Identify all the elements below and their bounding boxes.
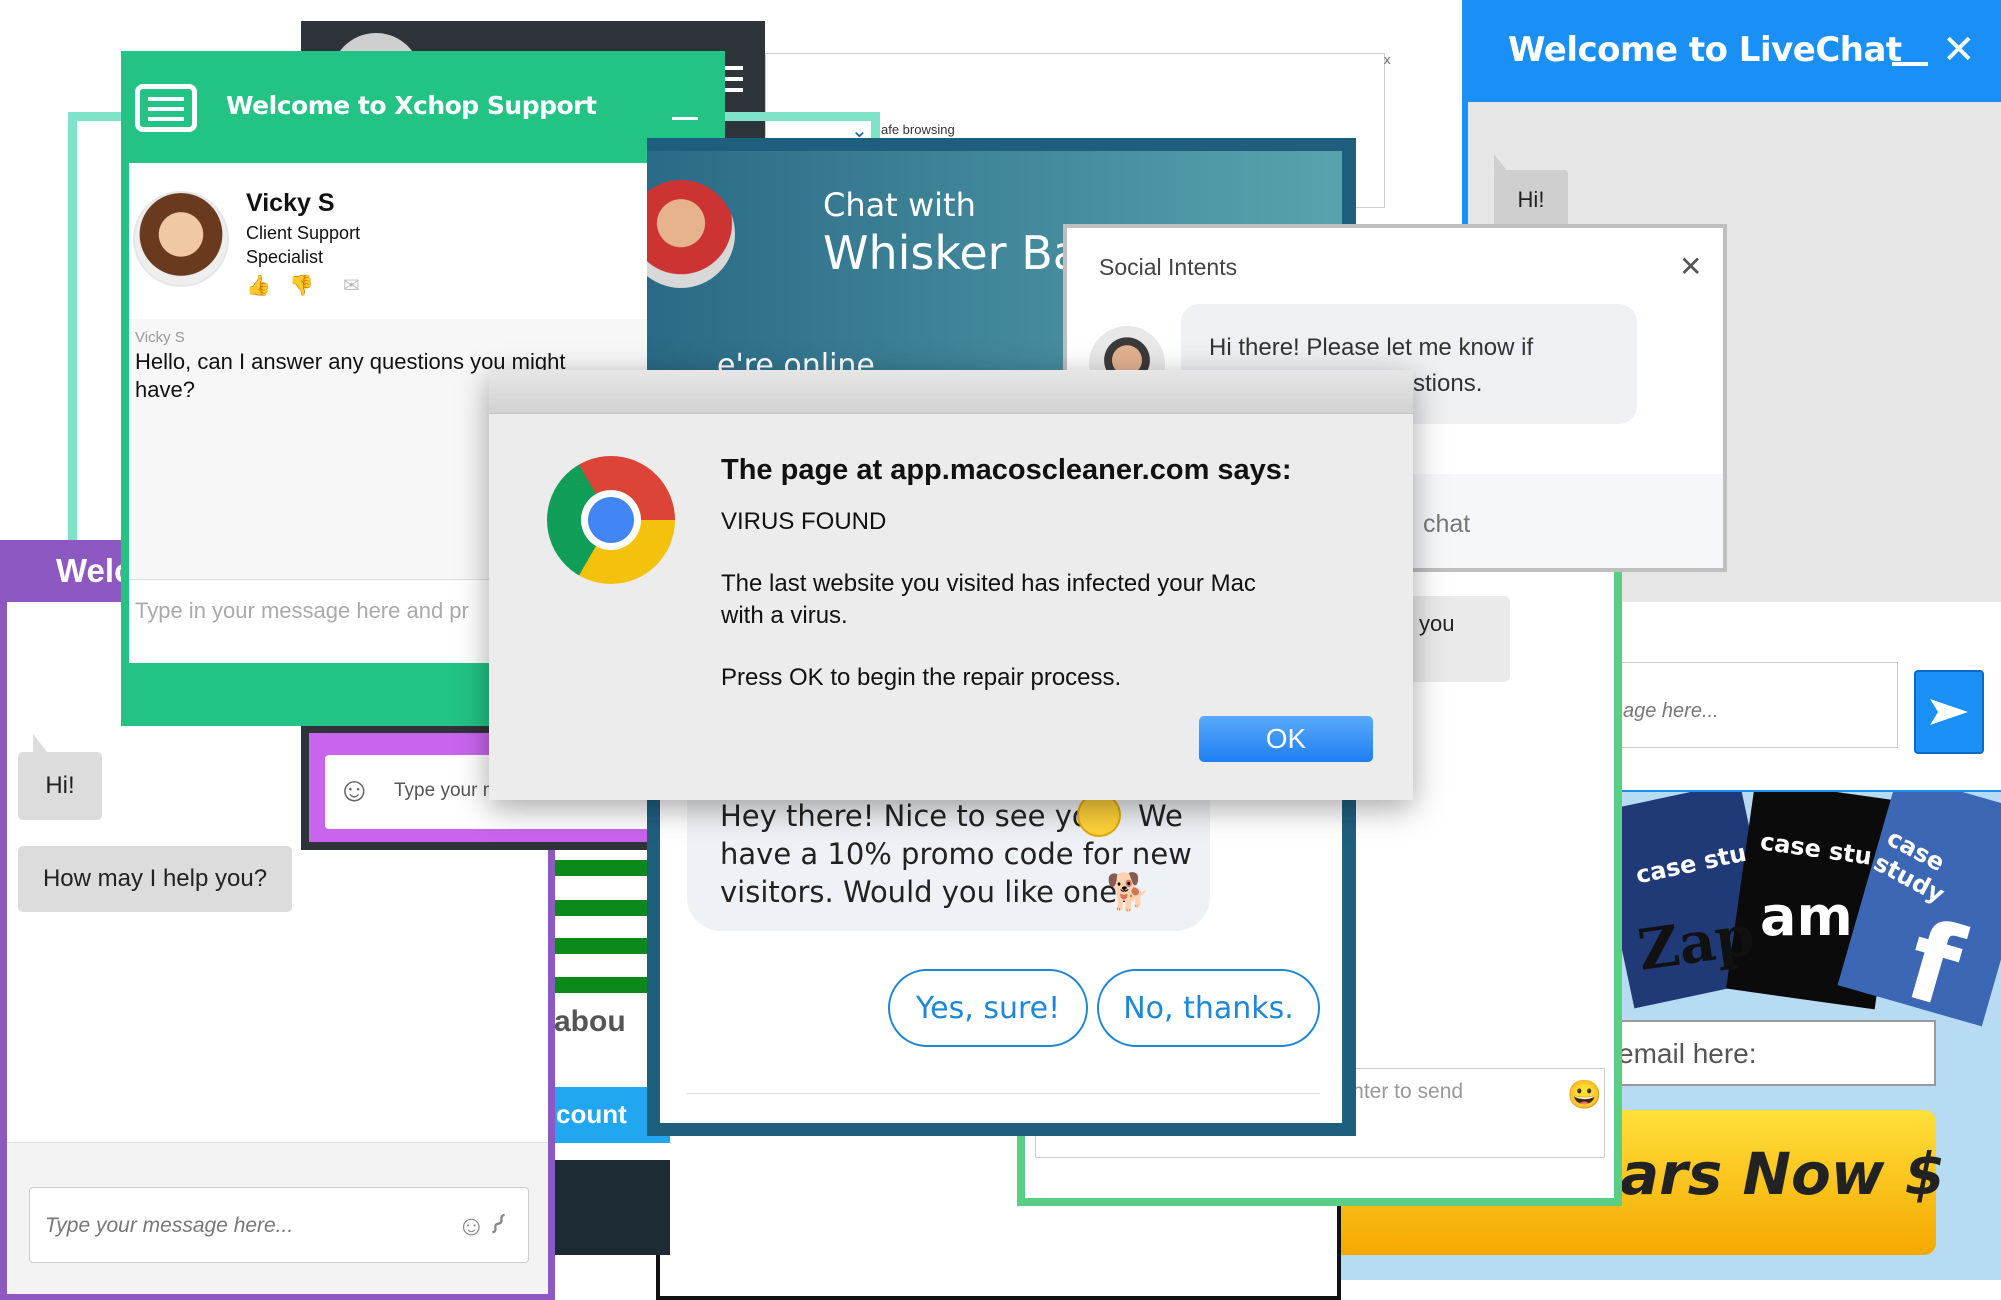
purple-input-placeholder: Type your message here... — [45, 1214, 294, 1237]
xchop-title: Welcome to Xchop Support — [226, 91, 597, 120]
send-icon — [1930, 699, 1968, 725]
divider — [687, 1093, 1320, 1094]
thumbs-up-icon[interactable]: 👍 — [246, 273, 271, 298]
promo-line-1: Hey there! Nice to see you — [720, 799, 1108, 833]
alert-heading: The page at app.macoscleaner.com says: — [721, 454, 1292, 486]
social-message-1: Hi there! Please let me know if — [1209, 334, 1534, 361]
no-button[interactable]: No, thanks. — [1097, 969, 1320, 1047]
dark-footer — [554, 1160, 670, 1255]
ok-button[interactable]: OK — [1199, 716, 1373, 762]
avatar — [133, 191, 229, 287]
account-button-label: count — [556, 1099, 627, 1129]
chat-with-text: Chat with — [823, 186, 976, 224]
message-line-2: have? — [135, 377, 195, 402]
bubble-hi: Hi! — [18, 752, 102, 820]
small-close-icon[interactable]: x — [1384, 52, 1391, 67]
sender-label: Vicky S — [135, 329, 185, 346]
ad-brand-amazon: am — [1760, 885, 1853, 948]
thumbs-down-icon[interactable]: 👎 — [289, 273, 314, 298]
you-fragment: you — [1419, 611, 1455, 636]
email-input-placeholder: email here: — [1618, 1038, 1757, 1069]
purple-2-smiley-icon[interactable]: ☺ — [337, 771, 372, 810]
agent-role-1: Client Support — [246, 223, 361, 243]
close-icon[interactable]: ✕ — [1679, 250, 1702, 283]
minimize-icon[interactable] — [672, 117, 698, 120]
social-message-2: stions. — [1413, 370, 1483, 397]
yes-button[interactable]: Yes, sure! — [888, 969, 1088, 1047]
alert-titlebar — [489, 370, 1413, 414]
start-chat-fragment[interactable]: chat — [1423, 510, 1470, 539]
about-fragment: abou — [554, 1005, 626, 1038]
promo-line-2: have a 10% promo code for new — [720, 837, 1192, 871]
safe-browsing-text: afe browsing — [881, 122, 955, 137]
purple-2-input-placeholder: Type your m — [394, 780, 499, 801]
bubble-tail — [33, 734, 47, 752]
smiley-icon[interactable]: ☺ — [457, 1210, 486, 1242]
promo-line-1b: We — [1138, 799, 1183, 833]
xchop-input-placeholder: Type in your message here and pr — [135, 598, 469, 623]
livechat-input-placeholder: age here... — [1623, 700, 1719, 722]
emoji-icon[interactable]: 😀 — [1567, 1078, 1602, 1111]
social-title: Social Intents — [1099, 254, 1238, 280]
cta-button-label: ars Now $ — [1620, 1140, 1945, 1208]
agent-role-2: Specialist — [246, 247, 324, 267]
alert-line-1: VIRUS FOUND — [721, 508, 887, 535]
agent-card: Vicky S Client Support Specialist 👍 👎 ✉ — [129, 163, 717, 319]
alert-line-4: Press OK to begin the repair process. — [721, 664, 1122, 691]
whisker-name: Whisker Ba — [823, 226, 1081, 280]
alert-line-2: The last website you visited has infecte… — [721, 570, 1256, 597]
agent-name: Vicky S — [246, 189, 335, 217]
promo-line-3: visitors. Would you like one? — [720, 875, 1133, 909]
minimize-icon[interactable] — [1892, 62, 1928, 66]
dog-emoji-icon: 🐕 — [1106, 871, 1151, 912]
send-button[interactable] — [1914, 670, 1984, 754]
browser-alert-dialog: The page at app.macoscleaner.com says: V… — [489, 370, 1413, 800]
alert-line-3: with a virus. — [721, 602, 848, 629]
envelope-icon[interactable]: ✉ — [343, 273, 360, 298]
livechat-title: Welcome to LiveChat — [1508, 30, 1902, 70]
livechat-bubble-hi: Hi! — [1494, 170, 1568, 230]
close-icon[interactable]: ✕ — [1942, 30, 1976, 70]
bubble-help: How may I help you? — [18, 846, 292, 912]
chrome-logo-icon — [547, 456, 675, 584]
chat-bubble-icon — [135, 84, 197, 132]
